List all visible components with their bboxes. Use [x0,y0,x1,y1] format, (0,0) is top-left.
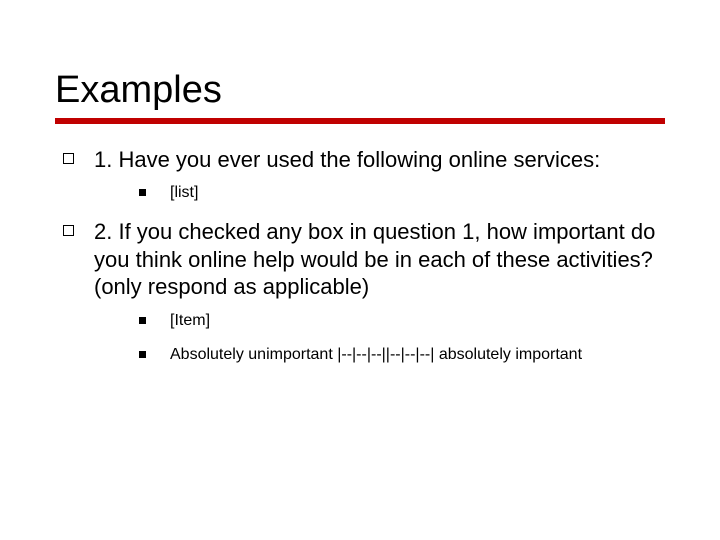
list-subitem: Absolutely unimportant |--|--|--||--|--|… [55,345,665,366]
slide-title: Examples [55,70,665,112]
list-item: 2. If you checked any box in question 1,… [55,218,665,301]
list-item-text: 2. If you checked any box in question 1,… [94,218,665,301]
list-subitem: [Item] [55,311,665,332]
square-outline-bullet-icon [63,225,74,236]
list-item-text: 1. Have you ever used the following onli… [94,146,665,174]
list-subitem-text: [Item] [170,311,665,332]
square-bullet-icon [139,189,146,196]
title-underline [55,118,665,124]
square-bullet-icon [139,351,146,358]
list-subitem-text: Absolutely unimportant |--|--|--||--|--|… [170,345,665,366]
list-item: 1. Have you ever used the following onli… [55,146,665,174]
list-subitem: [list] [55,183,665,204]
square-bullet-icon [139,317,146,324]
square-outline-bullet-icon [63,153,74,164]
slide: Examples 1. Have you ever used the follo… [0,0,720,420]
list-subitem-text: [list] [170,183,665,204]
